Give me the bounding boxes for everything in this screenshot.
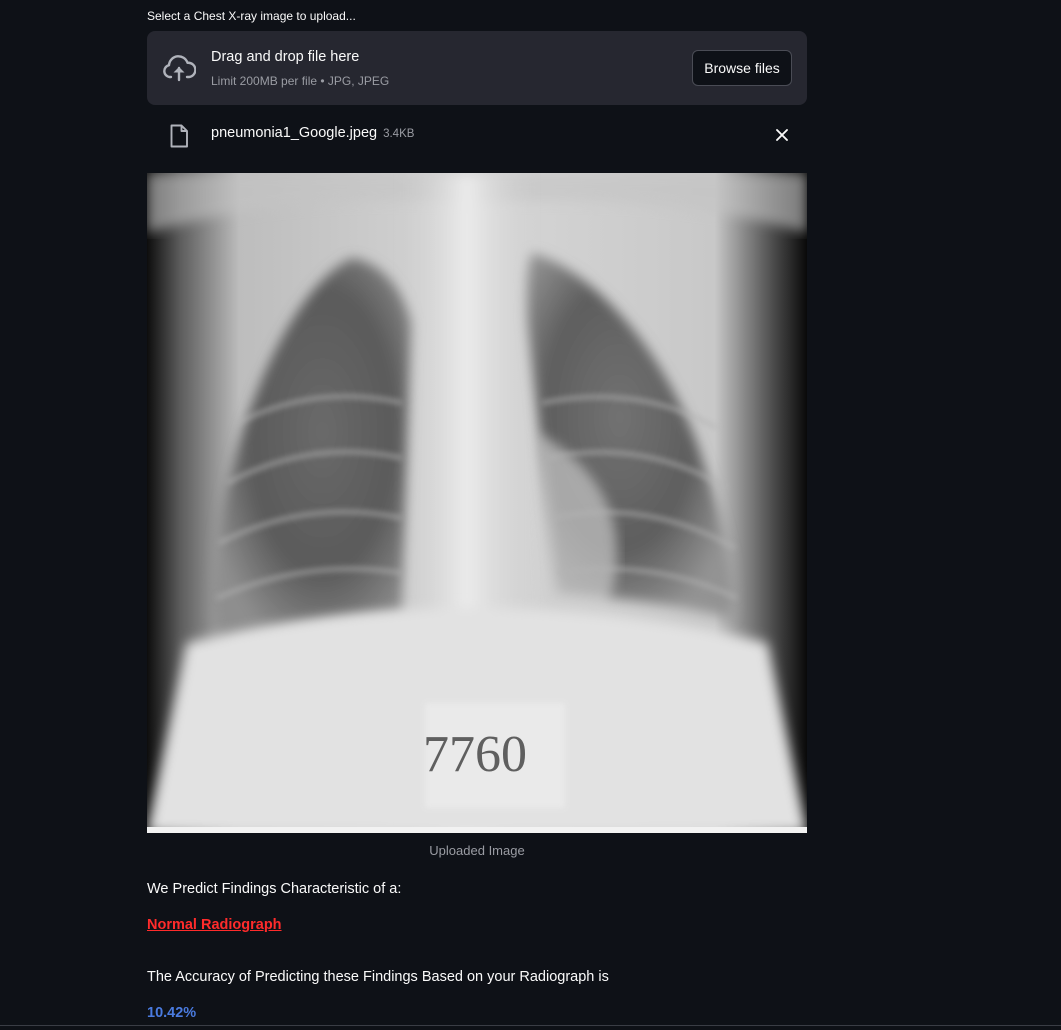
bottom-divider xyxy=(0,1025,1061,1026)
accuracy-description: The Accuracy of Predicting these Finding… xyxy=(147,969,609,985)
prediction-intro: We Predict Findings Characteristic of a: xyxy=(147,881,402,897)
file-name-line: pneumonia1_Google.jpeg 3.4KB xyxy=(211,125,414,141)
file-name: pneumonia1_Google.jpeg xyxy=(211,125,378,141)
xray-marker-text: 7760 xyxy=(423,726,527,783)
uploaded-file-item: pneumonia1_Google.jpeg 3.4KB xyxy=(147,118,807,152)
prediction-result: Normal Radiograph xyxy=(147,917,282,933)
accuracy-value: 10.42% xyxy=(147,1005,197,1021)
image-caption: Uploaded Image xyxy=(429,843,525,858)
cloud-upload-icon xyxy=(163,55,196,82)
close-icon[interactable] xyxy=(773,126,791,144)
file-icon xyxy=(170,124,188,148)
dropzone-limits: Limit 200MB per file • JPG, JPEG xyxy=(211,74,390,88)
browse-files-button[interactable]: Browse files xyxy=(692,50,792,86)
xray-picture: 7760 xyxy=(147,173,807,833)
uploader-label: Select a Chest X-ray image to upload... xyxy=(147,9,356,23)
uploaded-xray-image: 7760 xyxy=(147,173,807,833)
file-size: 3.4KB xyxy=(383,128,415,140)
dropzone-title: Drag and drop file here xyxy=(211,49,360,65)
file-dropzone[interactable]: Drag and drop file here Limit 200MB per … xyxy=(147,31,807,105)
